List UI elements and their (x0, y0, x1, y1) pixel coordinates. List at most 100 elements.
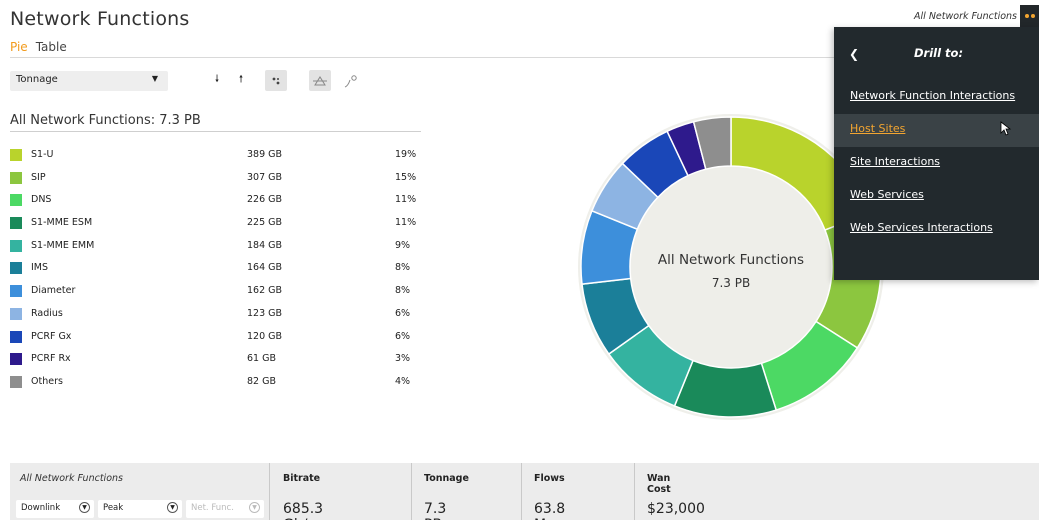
metric-label: Flows (534, 473, 565, 484)
legend-value: 82 GB (247, 375, 276, 387)
summary-heading: All Network Functions: 7.3 PB (10, 113, 201, 128)
legend-row[interactable]: S1-U 389 GB 19% (10, 147, 430, 170)
legend-swatch (10, 194, 22, 207)
chevron-down-icon: ▼ (249, 502, 260, 513)
direction-select-value: Downlink (21, 503, 61, 513)
legend-swatch (10, 353, 22, 366)
legend-percent: 4% (395, 375, 411, 387)
legend-name: PCRF Gx (31, 330, 72, 342)
metric-value: $23,000 (647, 501, 705, 517)
legend-swatch (10, 217, 22, 230)
chevron-down-icon: ▼ (167, 502, 178, 513)
metric-label: Bitrate (283, 473, 321, 484)
view-tabs: Pie Table (10, 40, 75, 54)
legend-name: Diameter (31, 285, 76, 297)
legend-percent: 15% (395, 171, 417, 183)
legend-swatch (10, 171, 22, 184)
sort-ascending-icon[interactable]: 🠕 (230, 70, 252, 91)
drill-item-label: Host Sites (850, 122, 906, 135)
legend-row[interactable]: S1-MME EMM 184 GB 9% (10, 238, 430, 261)
sort-descending-icon[interactable]: 🠗 (206, 70, 228, 91)
footer-scope-label: All Network Functions (20, 473, 123, 484)
legend-swatch (10, 239, 22, 252)
legend-name: S1-MME EMM (31, 239, 95, 251)
tab-table[interactable]: Table (36, 40, 67, 54)
metric-tonnage: Tonnage 7.3 PB (411, 463, 469, 520)
netfunc-select: Net. Func. ▼ (186, 500, 264, 518)
legend-value: 61 GB (247, 353, 276, 365)
metric-wan-cost: Wan Cost $23,000 (634, 463, 705, 520)
legend-row[interactable]: IMS 164 GB 8% (10, 260, 430, 283)
tab-pie[interactable]: Pie (10, 40, 28, 54)
donut-center-value: 7.3 PB (712, 276, 750, 290)
page-title: Network Functions (10, 8, 190, 30)
metric-select-value: Tonnage (16, 74, 58, 85)
drill-item-network-function-interactions[interactable]: Network Function Interactions (834, 81, 1039, 114)
legend-swatch (10, 262, 22, 275)
legend-name: Radius (31, 307, 63, 319)
metric-value: 7.3 PB (424, 501, 447, 520)
legend-percent: 8% (395, 262, 411, 274)
legend-value: 389 GB (247, 149, 283, 160)
legend-percent: 6% (395, 307, 411, 319)
menu-dots-icon[interactable] (1020, 5, 1039, 27)
legend-row[interactable]: PCRF Gx 120 GB 6% (10, 329, 430, 352)
donut-center-label: All Network Functions (658, 252, 804, 268)
legend-row[interactable]: SIP 307 GB 15% (10, 170, 430, 193)
chevron-down-icon: ▼ (151, 74, 158, 83)
drill-menu: ❮ Drill to: Network Function Interaction… (834, 27, 1039, 280)
legend-swatch (10, 330, 22, 343)
metric-label: Tonnage (424, 473, 469, 484)
legend-name: S1-MME ESM (31, 217, 93, 229)
legend-value: 120 GB (247, 330, 283, 342)
legend-row[interactable]: PCRF Rx 61 GB 3% (10, 351, 430, 374)
drill-item-site-interactions[interactable]: Site Interactions (834, 147, 1039, 180)
legend-name: Others (31, 375, 63, 387)
legend-swatch (10, 149, 22, 161)
metric-value: 63.8 M (534, 501, 566, 520)
legend-name: SIP (31, 171, 46, 183)
back-chevron-icon[interactable]: ❮ (849, 47, 859, 61)
chevron-down-icon: ▼ (79, 502, 90, 513)
legend-percent: 11% (395, 217, 417, 229)
legend-swatch (10, 285, 22, 298)
legend-list: S1-U 389 GB 19% SIP 307 GB 15% DNS 226 GB 11% S1-… (10, 147, 430, 397)
legend-name: S1-U (31, 149, 54, 160)
strike-filter-icon[interactable] (309, 70, 331, 91)
legend-value: 123 GB (247, 307, 283, 319)
metric-flows: Flows 63.8 M (521, 463, 565, 520)
summary-divider (10, 131, 421, 132)
scatter-icon[interactable] (265, 70, 287, 91)
metric-bitrate: Bitrate 685.3 Gb/s (269, 463, 323, 520)
legend-name: DNS (31, 194, 52, 206)
legend-row[interactable]: DNS 226 GB 11% (10, 192, 430, 215)
legend-percent: 11% (395, 194, 417, 206)
legend-name: PCRF Rx (31, 353, 71, 365)
legend-row[interactable]: S1-MME ESM 225 GB 11% (10, 215, 430, 238)
legend-value: 162 GB (247, 285, 283, 297)
metrics-footer: All Network Functions Downlink ▼ Peak ▼ Ne… (10, 463, 1039, 520)
drill-item-web-services[interactable]: Web Services (834, 180, 1039, 213)
legend-value: 184 GB (247, 239, 283, 251)
curve-pin-icon[interactable] (340, 70, 362, 91)
legend-swatch (10, 307, 22, 320)
legend-percent: 6% (395, 330, 411, 342)
legend-percent: 9% (395, 239, 411, 251)
metric-select[interactable]: Tonnage ▼ (10, 71, 168, 91)
metric-value: 685.3 Gb/s (283, 501, 324, 520)
legend-value: 164 GB (247, 262, 283, 274)
breadcrumb[interactable]: All Network Functions (914, 11, 1017, 22)
legend-row[interactable]: Diameter 162 GB 8% (10, 283, 430, 306)
legend-row[interactable]: Others 82 GB 4% (10, 374, 430, 397)
aggregation-select[interactable]: Peak ▼ (98, 500, 182, 518)
drill-item-host-sites[interactable]: Host Sites (834, 114, 1039, 147)
drill-item-web-services-interactions[interactable]: Web Services Interactions (834, 213, 1039, 246)
legend-row[interactable]: Radius 123 GB 6% (10, 306, 430, 329)
legend-value: 225 GB (247, 217, 283, 229)
drill-menu-title: Drill to: (914, 46, 964, 60)
legend-percent: 8% (395, 285, 411, 297)
netfunc-select-value: Net. Func. (191, 503, 234, 513)
direction-select[interactable]: Downlink ▼ (16, 500, 94, 518)
drill-menu-header: ❮ Drill to: (834, 27, 1039, 81)
legend-percent: 19% (395, 149, 417, 160)
